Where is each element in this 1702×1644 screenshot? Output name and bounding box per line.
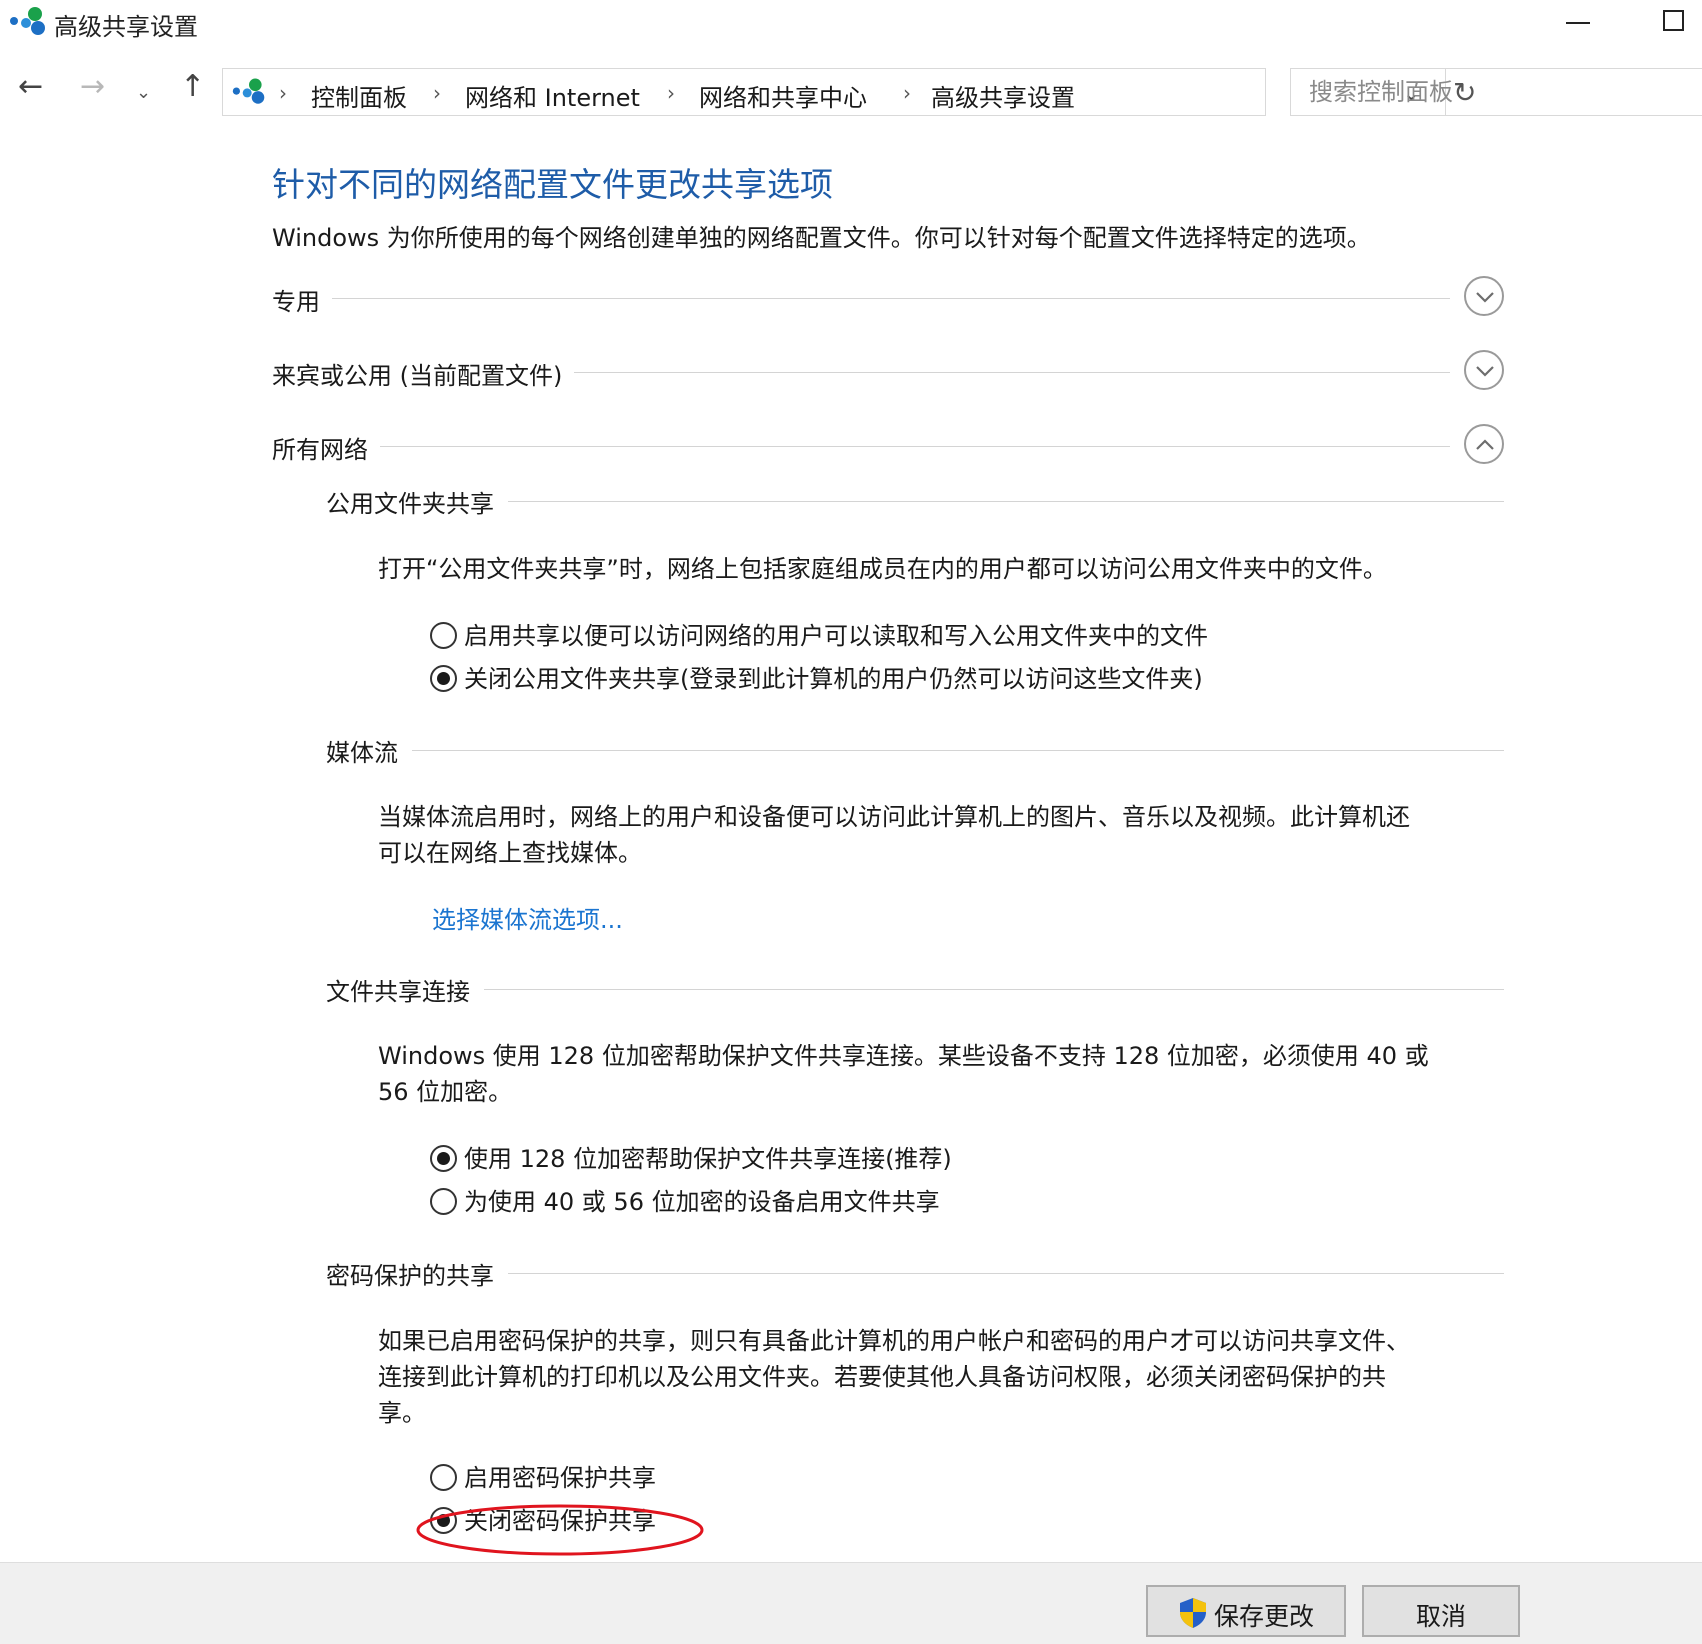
network-center-icon [232,78,265,104]
save-changes-label: 保存更改 [1214,1602,1315,1631]
public-folder-sharing-header: 公用文件夹共享 [326,482,1504,522]
breadcrumb-advanced-sharing[interactable]: 高级共享设置 [931,78,1075,113]
radio-label[interactable]: 关闭公用文件夹共享(登录到此计算机的用户仍然可以访问这些文件夹) [464,659,1203,694]
profile-all-networks-header[interactable]: 所有网络 [272,424,1504,470]
radio-button-selected[interactable] [430,1145,457,1172]
password-protected-sharing-heading: 密码保护的共享 [326,1256,508,1291]
file-sharing-description: Windows 使用 128 位加密帮助保护文件共享连接。某些设备不支持 128… [378,1038,1498,1110]
window-title: 高级共享设置 [54,13,198,41]
media-streaming-options-link[interactable]: 选择媒体流选项... [432,900,623,935]
section-divider [326,989,1504,990]
forward-arrow-icon[interactable]: → [80,72,105,102]
section-divider [272,446,1450,447]
chevron-down-icon [1476,366,1494,377]
radio-label[interactable]: 启用共享以便可以访问网络的用户可以读取和写入公用文件夹中的文件 [464,616,1208,651]
footer-bar: 保存更改 取消 [0,1562,1702,1644]
profile-guest-public-label: 来宾或公用 (当前配置文件) [272,356,575,391]
cancel-button[interactable]: 取消 [1362,1585,1520,1637]
breadcrumb-separator-icon[interactable]: › [903,81,911,105]
expand-guest-public-button[interactable] [1464,350,1504,390]
expand-private-button[interactable] [1464,276,1504,316]
media-streaming-description-line: 当媒体流启用时，网络上的用户和设备便可以访问此计算机上的图片、音乐以及视频。此计… [378,803,1410,831]
media-streaming-description: 当媒体流启用时，网络上的用户和设备便可以访问此计算机上的图片、音乐以及视频。此计… [378,799,1498,871]
network-center-icon [10,7,45,35]
title-bar: 高级共享设置 [0,0,1702,50]
public-folder-sharing-heading: 公用文件夹共享 [326,484,508,519]
radio-button[interactable] [430,1464,457,1491]
profile-private-header[interactable]: 专用 [272,276,1504,322]
radio-button[interactable] [430,622,457,649]
profile-private-label: 专用 [272,282,332,317]
search-input[interactable] [1309,78,1689,106]
radio-button[interactable] [430,1188,457,1215]
chevron-down-icon [1476,292,1494,303]
chevron-up-icon [1476,439,1494,450]
password-protected-description: 如果已启用密码保护的共享，则只有具备此计算机的用户帐户和密码的用户才可以访问共享… [378,1323,1498,1431]
up-arrow-icon[interactable]: ↑ [180,72,205,102]
media-streaming-header: 媒体流 [326,731,1504,771]
save-changes-button[interactable]: 保存更改 [1146,1585,1346,1637]
breadcrumb-network-sharing-center[interactable]: 网络和共享中心 [699,78,867,113]
back-arrow-icon[interactable]: ← [18,72,43,102]
section-divider [272,298,1450,299]
password-protected-description-line: 享。 [378,1399,426,1427]
file-sharing-connections-heading: 文件共享连接 [326,972,484,1007]
uac-shield-icon [1180,1598,1206,1628]
breadcrumb-network-internet[interactable]: 网络和 Internet [465,78,640,113]
page-title: 针对不同的网络配置文件更改共享选项 [272,165,833,204]
section-divider [326,750,1504,751]
file-sharing-description-line: 56 位加密。 [378,1078,513,1106]
media-streaming-description-line: 可以在网络上查找媒体。 [378,839,642,867]
navigation-bar: ← → ⌄ ↑ › 控制面板 › 网络和 Internet › 网络和共享中心 … [0,62,1702,118]
password-protected-description-line: 连接到此计算机的打印机以及公用文件夹。若要使其他人具备访问权限，必须关闭密码保护… [378,1363,1386,1391]
minimize-button[interactable] [1566,22,1590,24]
radio-label[interactable]: 使用 128 位加密帮助保护文件共享连接(推荐) [464,1139,952,1174]
breadcrumb-separator-icon[interactable]: › [279,81,287,105]
file-sharing-connections-header: 文件共享连接 [326,970,1504,1010]
public-folder-description: 打开“公用文件夹共享”时，网络上包括家庭组成员在内的用户都可以访问公用文件夹中的… [378,555,1387,583]
red-annotation-ellipse [416,1504,704,1556]
radio-label[interactable]: 启用密码保护共享 [464,1458,656,1493]
radio-button-selected[interactable] [430,665,457,692]
recent-locations-chevron-icon[interactable]: ⌄ [136,78,151,108]
search-box[interactable] [1290,68,1702,116]
file-sharing-description-line: Windows 使用 128 位加密帮助保护文件共享连接。某些设备不支持 128… [378,1042,1429,1070]
password-protected-description-line: 如果已启用密码保护的共享，则只有具备此计算机的用户帐户和密码的用户才可以访问共享… [378,1327,1410,1355]
page-description: Windows 为你所使用的每个网络创建单独的网络配置文件。你可以针对每个配置文… [272,224,1371,252]
collapse-all-networks-button[interactable] [1464,424,1504,464]
address-bar[interactable]: › 控制面板 › 网络和 Internet › 网络和共享中心 › 高级共享设置… [222,68,1476,116]
radio-label[interactable]: 为使用 40 或 56 位加密的设备启用文件共享 [464,1182,940,1217]
breadcrumb-separator-icon[interactable]: › [667,81,675,105]
maximize-button[interactable] [1663,10,1684,31]
cancel-label: 取消 [1415,1602,1466,1631]
profile-all-networks-label: 所有网络 [272,430,380,465]
profile-guest-public-header[interactable]: 来宾或公用 (当前配置文件) [272,350,1504,396]
password-protected-sharing-header: 密码保护的共享 [326,1254,1504,1294]
breadcrumb-separator-icon[interactable]: › [433,81,441,105]
media-streaming-heading: 媒体流 [326,733,412,768]
breadcrumb-control-panel[interactable]: 控制面板 [311,78,407,113]
